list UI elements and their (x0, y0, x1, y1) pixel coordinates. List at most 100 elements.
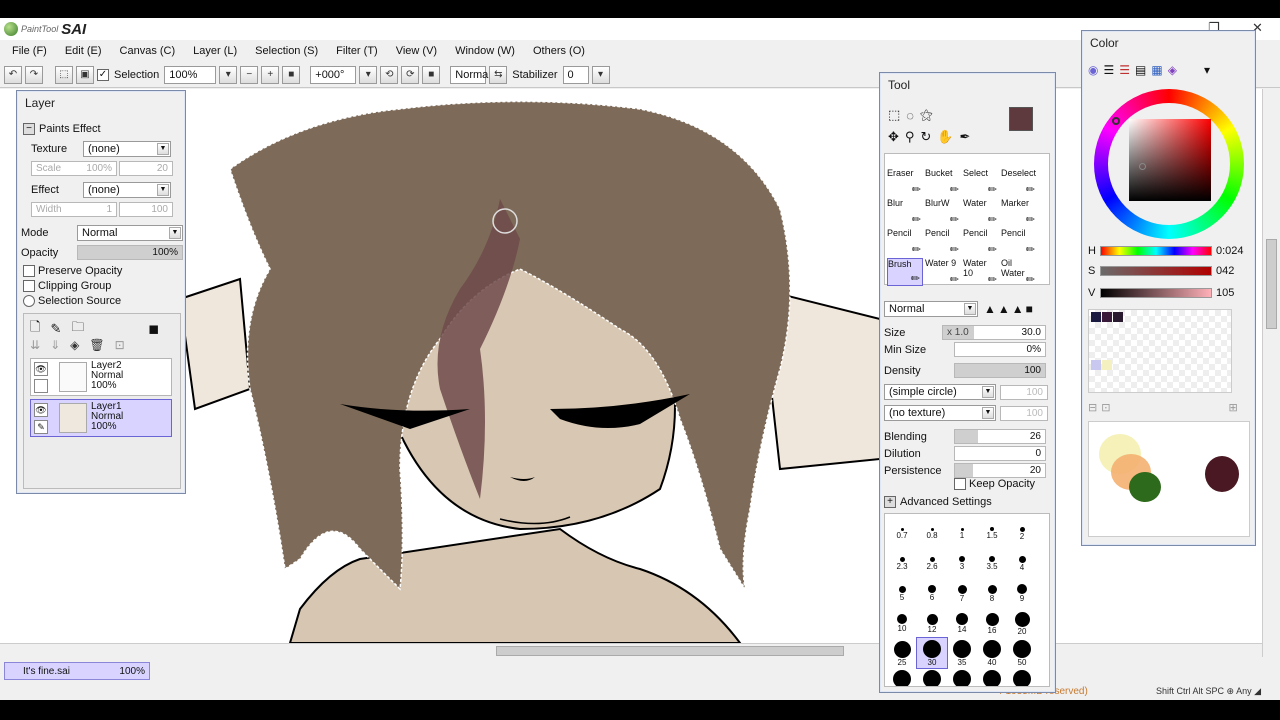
brush-size-option[interactable]: 4 (1007, 548, 1037, 578)
brush-size-option[interactable]: 30 (916, 637, 948, 669)
saturation-slider[interactable] (1100, 266, 1212, 276)
keep-opacity-checkbox[interactable] (954, 478, 966, 490)
menu-canvas[interactable]: Canvas (C) (120, 45, 176, 57)
saturation-value-square[interactable] (1129, 119, 1211, 201)
brush-size-option[interactable]: 6 (917, 578, 947, 608)
effect-width-slider[interactable]: Width 1 (31, 202, 117, 217)
new-linework-layer-icon[interactable]: ✎ (50, 321, 61, 337)
swatches-tab-icon[interactable]: ▦ (1151, 63, 1162, 77)
menu-filter[interactable]: Filter (T) (336, 45, 378, 57)
brush-size-option[interactable]: 1.5 (977, 518, 1007, 548)
dilution-slider[interactable]: 0 (954, 446, 1046, 461)
texture-select[interactable]: (none) ▼ (83, 141, 171, 157)
scratchpad-save-icon[interactable]: ⊡ (1101, 401, 1110, 414)
horizontal-scrollbar[interactable] (0, 643, 1268, 657)
min-size-slider[interactable]: 0% (954, 342, 1046, 357)
menu-edit[interactable]: Edit (E) (65, 45, 102, 57)
menu-layer[interactable]: Layer (L) (193, 45, 237, 57)
brush-blend-select[interactable]: Normal ▼ (884, 301, 978, 317)
pencil-icon[interactable]: ✎ (34, 420, 48, 434)
canvas[interactable] (0, 89, 1268, 643)
rotate-left-icon[interactable]: ⟲ (380, 65, 399, 84)
magic-wand-icon[interactable]: ⚝ (920, 107, 933, 123)
brush-size-option[interactable]: 16 (977, 608, 1007, 638)
effect-strength-slider[interactable]: 100 (119, 202, 173, 217)
zoom-reset-icon[interactable]: ■ (282, 65, 301, 84)
brush-size-option[interactable]: 20 (1007, 608, 1037, 638)
lasso-icon[interactable]: ◌ (906, 108, 914, 123)
stabilizer-field[interactable]: 0 (562, 65, 589, 84)
brush-slot[interactable]: Marker ✏ (1001, 198, 1037, 226)
hsv-slider-tab-icon[interactable]: ☰ (1119, 63, 1130, 77)
hue-cursor[interactable] (1112, 117, 1120, 125)
brush-slot[interactable]: Bucket ✏ (925, 168, 961, 196)
menu-view[interactable]: View (V) (396, 45, 437, 57)
deselect-icon[interactable]: ⬚ (55, 65, 73, 84)
scratchpad-clear-icon[interactable]: ⊟ (1088, 401, 1097, 414)
flip-icon[interactable]: ⇆ (489, 65, 508, 84)
brush-slot[interactable]: Pencil ✏ (925, 228, 961, 256)
texture-scale-slider[interactable]: Scale 100% (31, 161, 117, 176)
preserve-opacity-checkbox[interactable] (23, 265, 35, 277)
scratchpad-tab-icon[interactable]: ◈ (1168, 63, 1177, 77)
swatch[interactable] (1091, 312, 1101, 322)
brush-size-option[interactable]: 120 (1007, 668, 1037, 686)
hand-icon[interactable]: ✋ (937, 129, 953, 145)
persistence-slider[interactable]: 20 (954, 463, 1046, 478)
new-layer-icon[interactable]: 🗋 (30, 318, 40, 340)
swatch[interactable] (1113, 312, 1123, 322)
undo-icon[interactable]: ↶ (4, 65, 22, 84)
brush-size-option[interactable]: 7 (947, 578, 977, 608)
vertical-scrollbar[interactable] (1262, 89, 1280, 657)
clear-layer-icon[interactable]: ◈ (70, 338, 79, 352)
brush-size-option[interactable]: 8 (977, 578, 1007, 608)
brush-size-option[interactable]: 1 (947, 518, 977, 548)
brush-slot[interactable]: Deselect ✏ (1001, 168, 1037, 196)
brush-shape-strength[interactable]: 100 (1000, 384, 1048, 400)
brush-slot[interactable]: BlurW ✏ (925, 198, 961, 226)
brush-slot[interactable]: Pencil ✏ (887, 228, 923, 256)
layer-mask-icon[interactable]: ◼ (148, 321, 159, 337)
brush-size-option[interactable]: 60 (887, 668, 917, 686)
paints-effect-collapse-icon[interactable]: − (23, 123, 35, 135)
rotate-reset-icon[interactable]: ■ (422, 65, 441, 84)
hscroll-thumb[interactable] (496, 646, 844, 656)
apply-mask-icon[interactable]: ⊡ (115, 338, 125, 352)
brush-size-option[interactable]: 35 (947, 638, 977, 668)
rotation-field[interactable]: +000° (310, 65, 357, 84)
blend-mode-field[interactable]: Normal (450, 65, 491, 84)
brush-size-option[interactable]: 2 (1007, 518, 1037, 548)
sv-cursor[interactable] (1139, 163, 1146, 170)
brush-size-option[interactable]: 100 (977, 668, 1007, 686)
brush-size-option[interactable]: 3 (947, 548, 977, 578)
brush-slot[interactable]: Pencil ✏ (1001, 228, 1037, 256)
brush-texture-strength[interactable]: 100 (1000, 405, 1048, 421)
brush-size-option[interactable]: 9 (1007, 578, 1037, 608)
layer-lock-icon[interactable] (34, 379, 48, 393)
color-wheel-tab-icon[interactable]: ◉ (1088, 63, 1098, 77)
zoom-icon[interactable]: ⚲ (905, 129, 915, 145)
brush-slot[interactable]: Eraser ✏ (887, 168, 923, 196)
brush-slot[interactable]: Blur ✏ (887, 198, 923, 226)
eye-icon[interactable]: 👁 (34, 403, 48, 417)
brush-slot[interactable]: Select ✏ (963, 168, 999, 196)
menu-file[interactable]: File (F) (12, 45, 47, 57)
brush-size-option[interactable]: 0.8 (917, 518, 947, 548)
color-scratchpad[interactable] (1088, 421, 1250, 537)
selection-source-radio[interactable] (23, 295, 35, 307)
delete-layer-icon[interactable]: 🗑 (89, 338, 104, 352)
vscroll-thumb[interactable] (1266, 239, 1277, 329)
brush-size-option[interactable]: 50 (1007, 638, 1037, 668)
brush-slot[interactable]: Water ✏ (963, 198, 999, 226)
hue-ring[interactable] (1094, 89, 1244, 239)
new-folder-icon[interactable]: 🗀 (71, 318, 84, 340)
redo-icon[interactable]: ↷ (25, 65, 43, 84)
brush-slot[interactable]: Water 9 ✏ (925, 258, 961, 286)
zoom-field[interactable]: 100% (164, 65, 217, 84)
effect-select[interactable]: (none) ▼ (83, 182, 171, 198)
layer-row[interactable]: 👁 ✎ Layer1 Normal 100% (30, 399, 172, 437)
rotate-right-icon[interactable]: ⟳ (401, 65, 420, 84)
primary-color-swatch[interactable] (1009, 107, 1033, 131)
merge-down-icon[interactable]: ⇓ (50, 338, 60, 352)
brush-size-option[interactable]: 2.3 (887, 548, 917, 578)
